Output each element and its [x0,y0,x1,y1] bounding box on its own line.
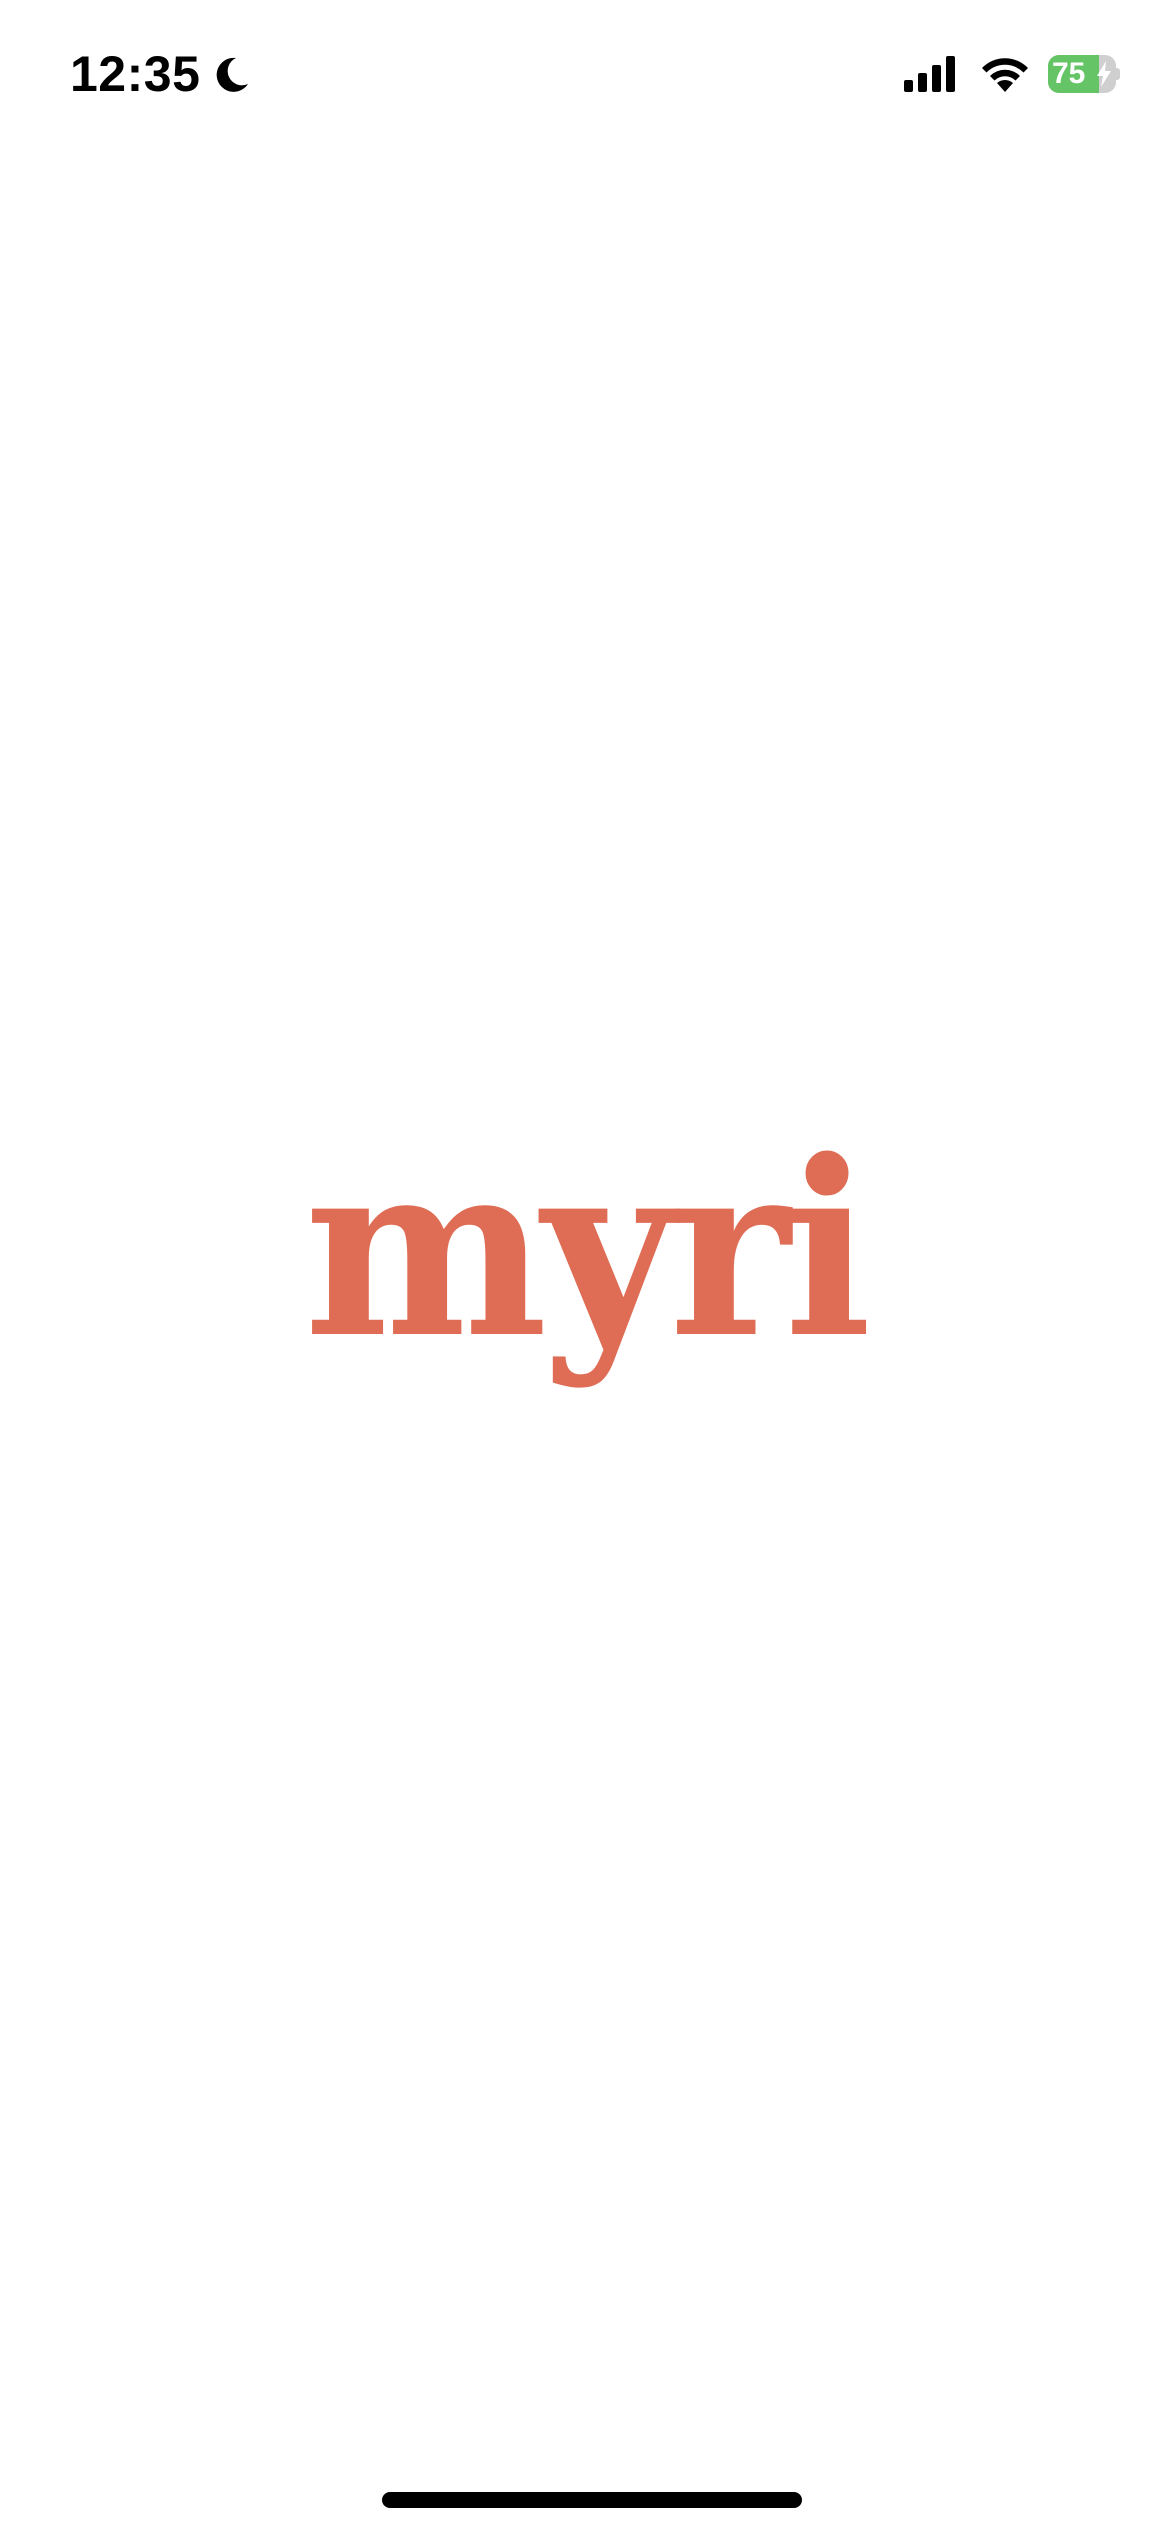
brand-logo: myri [0,1100,1170,1400]
brand-name: myri [304,1108,872,1392]
wifi-icon [982,58,1028,92]
battery-tip [1116,68,1120,80]
bolt-icon [1097,61,1111,87]
battery-indicator: 75 [1048,55,1120,93]
cellular-signal-icon [904,56,955,92]
status-time-group: 12:35 [70,44,252,104]
status-bar: 12:35 75 [0,0,1170,150]
battery-level: 75 [1052,57,1086,90]
home-indicator[interactable] [382,2492,802,2508]
moon-icon [217,57,249,92]
battery-body: 75 [1048,55,1116,93]
status-indicators: 75 [904,50,1120,98]
splash-screen: 12:35 75 myri [0,0,1170,2532]
status-time: 12:35 [70,46,201,102]
